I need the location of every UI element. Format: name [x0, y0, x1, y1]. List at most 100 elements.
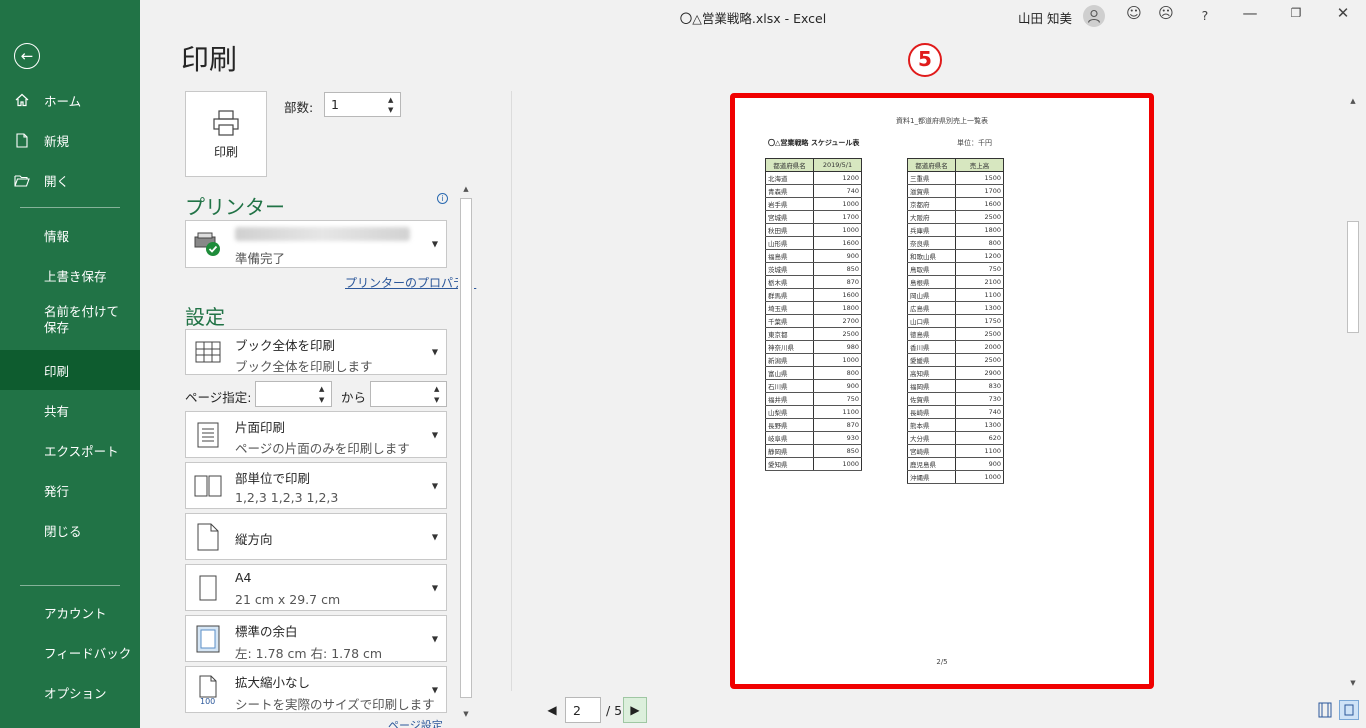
chevron-down-icon: ▼ [431, 532, 438, 541]
frown-icon[interactable]: ☹ [1154, 4, 1178, 22]
table-header: 2019/5/1 [813, 158, 862, 172]
nav-close[interactable]: 閉じる [0, 510, 140, 550]
page-number-input[interactable]: 2 [565, 697, 601, 723]
table-row: 沖縄県 1000 [907, 470, 1004, 484]
margins-dropdown[interactable]: 標準の余白 左: 1.78 cm 右: 1.78 cm ▼ [185, 615, 447, 662]
print-button[interactable]: 印刷 [185, 91, 267, 177]
prefecture-cell: 東京都 [765, 327, 814, 341]
table-row: 京都府 1600 [907, 197, 1004, 211]
table-row: 富山県 800 [765, 366, 862, 380]
printer-properties-link[interactable]: プリンターのプロパティ [345, 274, 476, 291]
sales-cell: 730 [955, 392, 1004, 406]
nav-save[interactable]: 上書き保存 [0, 255, 140, 295]
close-icon[interactable]: ✕ [1331, 4, 1355, 22]
prefecture-cell: 宮城県 [765, 210, 814, 224]
next-page-icon[interactable]: ▶ [623, 697, 647, 723]
table-row: 群馬県 1600 [765, 288, 862, 302]
scrollbar-thumb[interactable] [460, 198, 472, 698]
scroll-up-icon[interactable]: ▲ [1345, 94, 1361, 108]
spin-up-icon[interactable]: ▲ [319, 385, 329, 393]
nav-label: アカウント [44, 605, 107, 621]
printer-icon [213, 109, 239, 136]
page-number: 2/5 [936, 658, 948, 666]
table-header: 都道府県名 [907, 158, 956, 172]
collate-dropdown[interactable]: 部単位で印刷 1,2,3 1,2,3 1,2,3 ▼ [185, 462, 447, 509]
prefecture-cell: 茨城県 [765, 262, 814, 276]
scaling-dropdown[interactable]: 100 拡大縮小なし シートを実際のサイズで印刷します ▼ [185, 666, 447, 713]
table-row: 茨城県 850 [765, 262, 862, 276]
prefecture-cell: 福井県 [765, 392, 814, 406]
sales-cell: 1100 [813, 405, 862, 419]
settings-scrollbar[interactable]: ▲ ▼ [458, 181, 474, 722]
nav-account[interactable]: アカウント [0, 592, 140, 632]
table-row: 山口県 1750 [907, 314, 1004, 328]
sales-cell: 1300 [955, 301, 1004, 315]
prefecture-cell: 秋田県 [765, 223, 814, 237]
nav-open[interactable]: 開く [0, 160, 140, 200]
table-row: 千葉県 2700 [765, 314, 862, 328]
scroll-down-icon[interactable]: ▼ [458, 707, 474, 721]
scrollbar-thumb[interactable] [1347, 221, 1359, 333]
page-from-input[interactable]: ▲ ▼ [255, 381, 332, 407]
orientation-dropdown[interactable]: 縦方向 ▼ [185, 513, 447, 560]
prev-page-icon[interactable]: ◀ [540, 697, 564, 723]
info-icon[interactable]: i [437, 193, 448, 204]
spin-down-icon[interactable]: ▼ [388, 106, 398, 114]
sales-cell: 800 [955, 236, 1004, 250]
table-row: 長野県 870 [765, 418, 862, 432]
nav-publish[interactable]: 発行 [0, 470, 140, 510]
print-what-dropdown[interactable]: ブック全体を印刷 ブック全体を印刷します ▼ [185, 329, 447, 375]
scroll-down-icon[interactable]: ▼ [1345, 676, 1361, 690]
printer-dropdown[interactable]: 準備完了 ▼ [185, 220, 447, 268]
avatar[interactable] [1083, 5, 1105, 27]
spin-up-icon[interactable]: ▲ [388, 96, 398, 104]
page-to-input[interactable]: ▲ ▼ [370, 381, 447, 407]
user-name[interactable]: 山田 知美 [1018, 8, 1072, 27]
nav-home[interactable]: ホーム [0, 80, 140, 120]
nav-new[interactable]: 新規 [0, 120, 140, 160]
smile-icon[interactable]: ☺ [1122, 4, 1146, 22]
spin-down-icon[interactable]: ▼ [434, 396, 444, 404]
zoom-to-page-icon[interactable] [1339, 700, 1359, 720]
printer-section-title: プリンター [185, 195, 285, 219]
nav-print[interactable]: 印刷 [0, 350, 140, 390]
table-row: 島根県 2100 [907, 275, 1004, 289]
prefecture-cell: 北海道 [765, 171, 814, 185]
collate-desc: 1,2,3 1,2,3 1,2,3 [235, 490, 339, 505]
spin-up-icon[interactable]: ▲ [434, 385, 444, 393]
chevron-down-icon: ▼ [431, 347, 438, 357]
prefecture-cell: 鳥取県 [907, 262, 956, 276]
copies-input[interactable]: 1 ▲ ▼ [324, 92, 401, 117]
table-row: 和歌山県 1200 [907, 249, 1004, 263]
nav-export[interactable]: エクスポート [0, 430, 140, 470]
help-icon[interactable]: ? [1193, 8, 1217, 23]
nav-options[interactable]: オプション [0, 672, 140, 712]
table-row: 岩手県 1000 [765, 197, 862, 211]
minimize-icon[interactable]: — [1238, 4, 1262, 22]
table-row: 北海道 1200 [765, 171, 862, 185]
paper-size-dropdown[interactable]: A4 21 cm x 29.7 cm ▼ [185, 564, 447, 611]
scroll-up-icon[interactable]: ▲ [458, 182, 474, 196]
prefecture-cell: 三重県 [907, 171, 956, 185]
nav-info[interactable]: 情報 [0, 215, 140, 255]
sales-cell: 740 [955, 405, 1004, 419]
sales-cell: 850 [813, 444, 862, 458]
page-setup-link[interactable]: ページ設定 [388, 717, 443, 728]
printer-name-redacted [235, 227, 410, 241]
no-scaling-icon: 100 [193, 675, 223, 705]
nav-share[interactable]: 共有 [0, 390, 140, 430]
sides-dropdown[interactable]: 片面印刷 ページの片面のみを印刷します ▼ [185, 411, 447, 458]
nav-save-as[interactable]: 名前を付けて保存 [0, 295, 140, 345]
doc-title: 〇△営業戦略 スケジュール表 [768, 139, 860, 147]
show-margins-icon[interactable] [1315, 700, 1335, 720]
restore-icon[interactable]: ❐ [1284, 6, 1308, 20]
table-row: 香川県 2000 [907, 340, 1004, 354]
left-data-table: 都道府県名 2019/5/1 北海道 1200 青森県 740 岩手県 1000 宮城県 17… [765, 158, 862, 471]
preview-scrollbar[interactable]: ▲ ▼ [1345, 93, 1361, 691]
table-row: 福岡県 830 [907, 379, 1004, 393]
spin-down-icon[interactable]: ▼ [319, 396, 329, 404]
nav-feedback[interactable]: フィードバック [0, 632, 140, 672]
back-arrow-icon[interactable]: ← [14, 43, 40, 69]
sales-cell: 1000 [813, 353, 862, 367]
collate-title: 部単位で印刷 [235, 471, 311, 486]
